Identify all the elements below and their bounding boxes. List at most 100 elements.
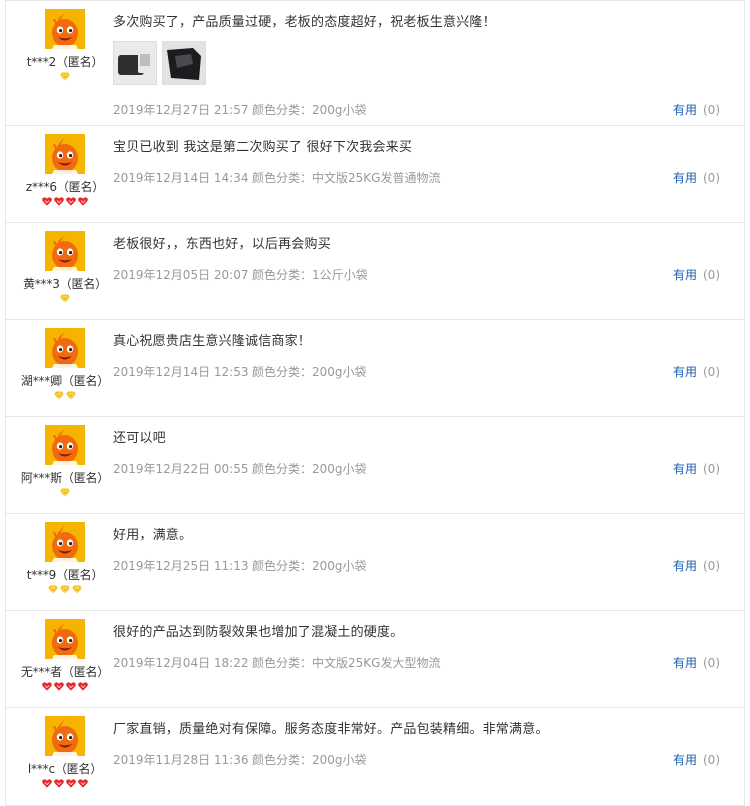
useful-button[interactable]: 有用 [673,103,697,117]
heart-icon [66,682,76,691]
useful-button[interactable]: 有用 [673,171,697,185]
category-value: 200g小袋 [312,559,367,573]
diamond-icon [48,585,58,594]
review-meta: 2019年12月27日 21:57 颜色分类：200g小袋 [113,101,367,118]
avatar-figure [45,134,85,174]
diamond-icon [60,585,70,594]
review-text: 很好的产品达到防裂效果也增加了混凝土的硬度。 [113,625,404,640]
review-item: t***9（匿名） 好用，满意。 2019年12月25日 11:13 颜色分类：2… [5,514,745,611]
category-label: 颜色分类： [252,365,313,379]
reviewer-name: t***2（匿名） [26,55,104,69]
review-item: 黄***3（匿名） 老板很好，，东西也好，以后再会购买 2019年12月05日 … [5,223,745,320]
useful-count: (0) [703,171,720,185]
review-text: 老板很好，，东西也好，以后再会购买 [113,237,331,252]
avatar-figure [45,328,85,368]
reviewer-name: 黄***3（匿名） [23,277,107,291]
useful-vote: 有用 (0) [673,460,720,477]
category-label: 颜色分类： [252,559,313,573]
avatar[interactable] [45,425,85,465]
review-text: 好用，满意。 [113,528,193,543]
reviewer-name: 湖***卿（匿名） [20,374,110,388]
review-photo-thumbnail[interactable] [113,41,157,85]
reviewer-rank-badge [6,779,124,789]
useful-button[interactable]: 有用 [673,462,697,476]
useful-button[interactable]: 有用 [673,268,697,282]
heart-icon [78,197,88,206]
review-item: 阿***斯（匿名） 还可以吧 2019年12月22日 00:55 颜色分类：200… [5,417,745,514]
diamond-icon [60,488,70,497]
review-meta: 2019年12月14日 14:34 颜色分类：中文版25KG发普通物流 [113,169,440,186]
useful-button[interactable]: 有用 [673,656,697,670]
avatar[interactable] [45,522,85,562]
reviewer-name: z***6（匿名） [25,180,105,194]
review-item: 无***者（匿名） 很好的产品达到防裂效果也增加了混凝土的硬度。 2019年12… [5,611,745,708]
category-value: 200g小袋 [312,103,367,117]
review-meta: 2019年12月25日 11:13 颜色分类：200g小袋 [113,557,367,574]
review-date: 2019年12月05日 20:07 [113,268,249,282]
category-label: 颜色分类： [252,103,313,117]
heart-icon [66,779,76,788]
reviewer-rank-badge [6,682,124,692]
category-label: 颜色分类： [252,462,313,476]
heart-icon [78,682,88,691]
useful-button[interactable]: 有用 [673,753,697,767]
diamond-icon [66,391,76,400]
reviewer-rank-badge [6,488,124,498]
avatar-figure [45,231,85,271]
useful-vote: 有用 (0) [673,557,720,574]
avatar[interactable] [45,328,85,368]
useful-vote: 有用 (0) [673,751,720,768]
review-text: 真心祝愿贵店生意兴隆诚信商家！ [113,334,312,349]
review-meta: 2019年11月28日 11:36 颜色分类：200g小袋 [113,751,367,768]
diamond-icon [60,294,70,303]
reviewer-name: 阿***斯（匿名） [20,471,110,485]
review-text: 厂家直销，质量绝对有保障。服务态度非常好。产品包装精细。非常满意。 [113,722,549,737]
review-item: z***6（匿名） 宝贝已收到 我这是第二次购买了 很好下次我会来买 2019年… [5,126,745,223]
heart-icon [54,197,64,206]
heart-icon [42,779,52,788]
category-label: 颜色分类： [252,753,313,767]
avatar[interactable] [45,9,85,49]
useful-count: (0) [703,753,720,767]
avatar[interactable] [45,134,85,174]
review-meta: 2019年12月14日 12:53 颜色分类：200g小袋 [113,363,367,380]
review-item: 湖***卿（匿名） 真心祝愿贵店生意兴隆诚信商家！ 2019年12月14日 12… [5,320,745,417]
avatar-figure [45,425,85,465]
category-value: 200g小袋 [312,753,367,767]
review-photo-thumbnail[interactable] [162,41,206,85]
useful-count: (0) [703,559,720,573]
heart-icon [42,197,52,206]
reviewer-name: t***9（匿名） [26,568,104,582]
useful-vote: 有用 (0) [673,654,720,671]
review-text: 宝贝已收到 我这是第二次购买了 很好下次我会来买 [113,140,413,155]
useful-count: (0) [703,268,720,282]
useful-count: (0) [703,103,720,117]
heart-icon [54,682,64,691]
reviewer-rank-badge [6,585,124,595]
useful-button[interactable]: 有用 [673,365,697,379]
useful-vote: 有用 (0) [673,266,720,283]
reviewer-rank-badge [6,294,124,304]
avatar[interactable] [45,716,85,756]
heart-icon [54,779,64,788]
reviewer-name: 无***者（匿名） [20,665,110,679]
useful-button[interactable]: 有用 [673,559,697,573]
avatar-figure [45,522,85,562]
reviewer-rank-badge [6,197,124,207]
avatar-figure [45,619,85,659]
useful-count: (0) [703,365,720,379]
review-date: 2019年12月22日 00:55 [113,462,249,476]
review-item: t***2（匿名） 多次购买了，产品质量过硬，老板的态度超好，祝老板生意兴隆！ … [5,0,745,126]
review-date: 2019年12月27日 21:57 [113,103,249,117]
avatar[interactable] [45,619,85,659]
reviewer-name: l***c（匿名） [27,762,103,776]
diamond-icon [54,391,64,400]
heart-icon [42,682,52,691]
avatar[interactable] [45,231,85,271]
category-value: 200g小袋 [312,365,367,379]
review-meta: 2019年12月04日 18:22 颜色分类：中文版25KG发大型物流 [113,654,440,671]
avatar-figure [45,9,85,49]
useful-vote: 有用 (0) [673,363,720,380]
review-meta: 2019年12月05日 20:07 颜色分类：1公斤小袋 [113,266,368,283]
review-date: 2019年12月25日 11:13 [113,559,249,573]
